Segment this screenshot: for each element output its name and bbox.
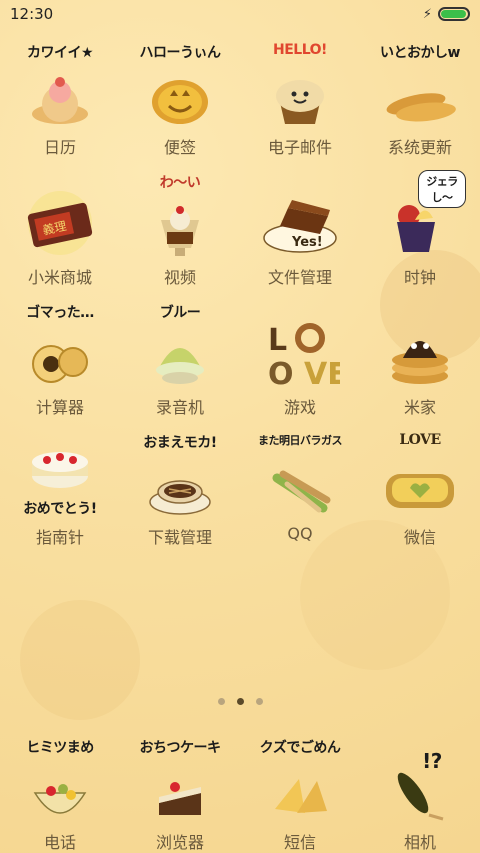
svg-text:VE: VE	[304, 357, 340, 388]
app-label: 浏览器	[155, 833, 204, 852]
app-system-update[interactable]: いとおかしw 系统更新	[360, 40, 480, 170]
sticker-text: LOVE	[399, 432, 441, 448]
app-label: 系统更新	[387, 138, 452, 157]
app-compass[interactable]: おめでとう! 指南针	[0, 430, 120, 560]
status-icons: ⚡	[423, 7, 470, 22]
app-messages[interactable]: クズでごめん 短信	[240, 735, 360, 853]
battery-fill	[441, 10, 466, 18]
phone-icon: ヒミツまめ	[12, 735, 108, 823]
sticker-text: おちつケーキ	[139, 740, 222, 756]
app-calendar[interactable]: カワイイ★ 日历	[0, 40, 120, 170]
app-qq[interactable]: また明日バラガス QQ	[240, 430, 360, 560]
sticker-text: わ〜い	[159, 175, 201, 191]
app-camera[interactable]: !? 相机	[360, 735, 480, 853]
page-indicator[interactable]	[0, 698, 480, 705]
app-mi-store[interactable]: 義理 小米商城	[0, 170, 120, 300]
charging-icon: ⚡	[422, 6, 432, 22]
app-email[interactable]: HELLO! 电子邮件	[240, 40, 360, 170]
mi-store-icon: 義理	[12, 170, 108, 258]
app-label: 短信	[283, 833, 316, 852]
app-label: 电话	[43, 833, 76, 852]
compass-icon: おめでとう!	[12, 430, 108, 518]
app-label: 下载管理	[147, 528, 212, 547]
app-label: 时钟	[403, 268, 436, 287]
svg-text:O: O	[268, 357, 294, 388]
app-label: 视频	[163, 268, 196, 287]
qq-icon: また明日バラガス	[252, 430, 348, 518]
app-grid: カワイイ★ 日历 ハローうぃん 便签 HELLO! 电子邮件 いとおかしw 系统…	[0, 40, 480, 560]
calendar-icon: カワイイ★	[12, 40, 108, 128]
clock-icon: ジェラし〜	[372, 170, 468, 258]
sticker-text: クズでごめん	[259, 740, 341, 756]
app-label: 计算器	[35, 398, 84, 417]
dock: ヒミツまめ 电话 おちつケーキ 浏览器 クズでごめん 短信 !? 相机	[0, 735, 480, 853]
system-update-icon: いとおかしw	[372, 40, 468, 128]
calculator-icon: ゴマった…	[12, 300, 108, 388]
notes-icon: ハローうぃん	[132, 40, 228, 128]
app-video[interactable]: わ〜い 视频	[120, 170, 240, 300]
sticker-text: いとおかしw	[380, 45, 460, 61]
sticker-text: ジェラし〜	[418, 170, 466, 208]
sticker-text: また明日バラガス	[258, 434, 343, 447]
app-label: 便签	[163, 138, 196, 157]
app-downloads[interactable]: おまえモカ! 下载管理	[120, 430, 240, 560]
browser-icon: おちつケーキ	[132, 735, 228, 823]
app-phone[interactable]: ヒミツまめ 电话	[0, 735, 120, 853]
svg-text:L: L	[268, 323, 287, 358]
sticker-text: ゴマった…	[26, 305, 94, 321]
app-file-manager[interactable]: Yes! 文件管理	[240, 170, 360, 300]
app-notes[interactable]: ハローうぃん 便签	[120, 40, 240, 170]
sticker-text: HELLO!	[273, 42, 327, 58]
downloads-icon: おまえモカ!	[132, 430, 228, 518]
app-wechat[interactable]: LOVE 微信	[360, 430, 480, 560]
app-mijia[interactable]: 米家	[360, 300, 480, 430]
sticker-text: ヒミツまめ	[26, 740, 94, 756]
page-dot-active[interactable]	[236, 698, 244, 705]
app-clock[interactable]: ジェラし〜 时钟	[360, 170, 480, 300]
video-icon: わ〜い	[132, 170, 228, 258]
app-label: 录音机	[155, 398, 204, 417]
app-recorder[interactable]: ブルー 录音机	[120, 300, 240, 430]
page-dot[interactable]	[217, 698, 225, 705]
messages-icon: クズでごめん	[252, 735, 348, 823]
app-label: 电子邮件	[267, 138, 332, 157]
app-label: 小米商城	[27, 268, 92, 287]
mijia-icon	[372, 300, 468, 388]
app-label: QQ	[287, 524, 313, 543]
app-browser[interactable]: おちつケーキ 浏览器	[120, 735, 240, 853]
svg-text:Yes!: Yes!	[291, 235, 323, 250]
app-games[interactable]: L O VE 游戏	[240, 300, 360, 430]
sticker-text: おまえモカ!	[143, 435, 217, 451]
file-manager-icon: Yes!	[252, 170, 348, 258]
app-label: 日历	[43, 138, 76, 157]
battery-icon	[438, 7, 470, 21]
sticker-text: !?	[422, 749, 442, 773]
sticker-text: カワイイ★	[26, 45, 94, 61]
sticker-text: ハローうぃん	[139, 45, 222, 61]
email-icon: HELLO!	[252, 40, 348, 128]
games-icon: L O VE	[252, 300, 348, 388]
wechat-icon: LOVE	[372, 430, 468, 518]
camera-icon: !?	[372, 735, 468, 823]
app-label: 游戏	[283, 398, 316, 417]
app-label: 文件管理	[267, 268, 332, 287]
status-time: 12:30	[10, 5, 54, 23]
sticker-text: ブルー	[159, 305, 201, 321]
app-label: 米家	[403, 398, 436, 417]
app-label: 微信	[403, 528, 436, 547]
status-bar: 12:30 ⚡	[0, 0, 480, 28]
app-label: 相机	[403, 833, 436, 852]
page-dot[interactable]	[255, 698, 263, 705]
app-calculator[interactable]: ゴマった… 计算器	[0, 300, 120, 430]
sticker-text: おめでとう!	[23, 501, 97, 517]
app-label: 指南针	[35, 528, 84, 547]
recorder-icon: ブルー	[132, 300, 228, 388]
